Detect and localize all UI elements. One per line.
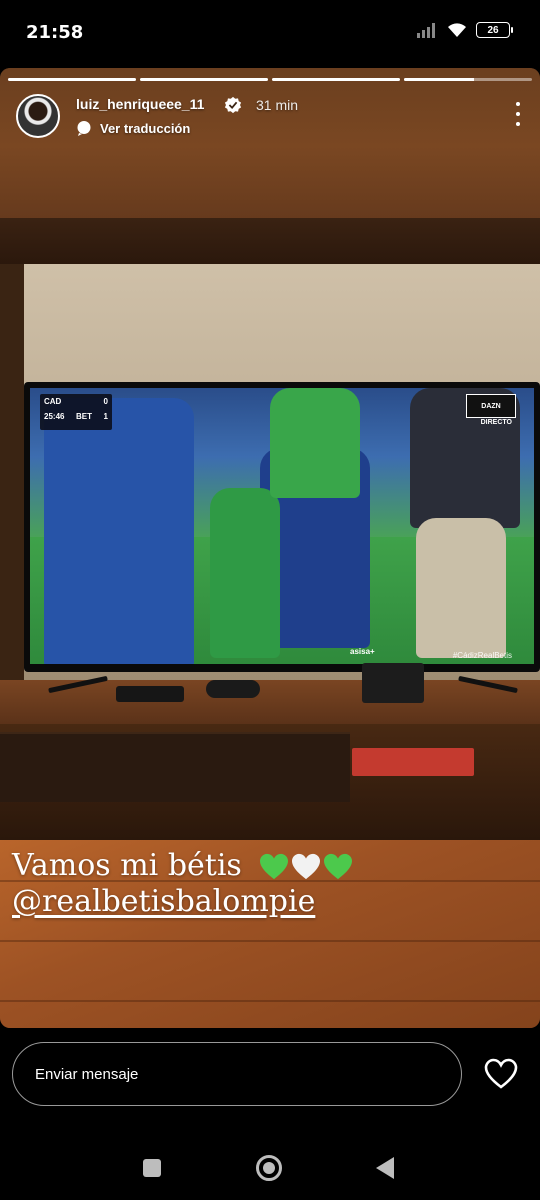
away-score: 1 [103,412,108,421]
send-message-input[interactable]: Enviar mensaje [12,1042,462,1106]
player-figure [210,488,280,658]
translate-link[interactable]: Ver traducción [76,120,190,136]
player-figure [270,388,360,498]
wifi-icon [448,23,466,37]
story-photo-shelf [0,218,540,264]
story-progress-fill [140,78,268,81]
home-button[interactable] [256,1155,282,1181]
battery-icon: 26 [476,22,513,38]
verified-badge-icon [224,96,242,114]
tv-screen: CAD 0 25:46 BET 1 DAZN DIRECTO asisa+ #C… [30,388,534,664]
back-button[interactable] [376,1157,394,1179]
staff-legs [416,518,506,658]
green-heart-icon [324,853,353,880]
match-clock: 25:46 [44,412,65,421]
green-heart-icon [260,853,289,880]
game-console [362,663,424,703]
caption-line: Vamos mi bétis [12,848,353,884]
post-time: 31 min [256,97,299,113]
staff-figure [44,398,194,664]
mention-link[interactable]: @realbetisbalompie [12,884,353,920]
tv-hashtag: #CádizRealBetis [452,651,512,660]
sponsor-logo: asisa+ [350,647,375,656]
story-progress-segment [140,78,268,81]
heart-icon[interactable] [484,1058,518,1090]
status-bar: 21:58 26 [0,0,540,66]
clock: 21:58 [26,22,84,43]
broadcaster-logo: DAZN [466,394,516,418]
scoreboard: CAD 0 25:46 BET 1 [40,394,112,430]
tv-stand-leg [458,675,518,694]
story-progress-segment [8,78,136,81]
floor-plank-line [0,940,540,942]
story-progress-segment [272,78,400,81]
score-row-home: CAD 0 [40,394,112,409]
white-heart-icon [292,853,321,880]
translate-icon [77,121,91,136]
story-viewer[interactable]: CAD 0 25:46 BET 1 DAZN DIRECTO asisa+ #C… [0,68,540,1028]
system-nav-bar [0,1130,540,1200]
recents-button[interactable] [143,1159,161,1177]
avatar[interactable] [16,94,60,138]
story-photo-pillar [0,264,24,714]
tv-stand-leg [48,675,108,694]
tv-remote [116,686,184,702]
battery-level: 26 [487,24,499,36]
caption-text: Vamos mi bétis [12,848,242,883]
signal-icon [417,23,435,38]
home-team: CAD [44,397,62,406]
story-progress-fill [404,78,475,81]
more-options-icon[interactable] [512,102,524,126]
floor-plank-line [0,1000,540,1002]
translate-label: Ver traducción [100,120,191,136]
story-progress-fill [272,78,400,81]
live-label: DIRECTO [480,419,512,426]
score-row-away: 25:46 BET 1 [40,409,112,424]
send-message-placeholder: Enviar mensaje [35,1066,139,1083]
story-progress-segment [404,78,532,81]
story-progress [8,78,532,81]
tv-cabinet-drawer [0,732,350,802]
game-controller [206,680,260,698]
board-game-box [352,748,474,776]
home-score: 0 [103,397,108,406]
story-caption: Vamos mi bétis @realbetisbalompie [12,848,353,920]
username[interactable]: luiz_henriqueee_11 [76,96,204,112]
away-team: BET [76,412,92,421]
hearts-emoji [259,853,353,881]
story-header: luiz_henriqueee_11 31 min Ver traducción [16,94,524,144]
story-progress-fill [8,78,136,81]
television: CAD 0 25:46 BET 1 DAZN DIRECTO asisa+ #C… [24,382,540,672]
system-icons: 26 [416,22,513,38]
